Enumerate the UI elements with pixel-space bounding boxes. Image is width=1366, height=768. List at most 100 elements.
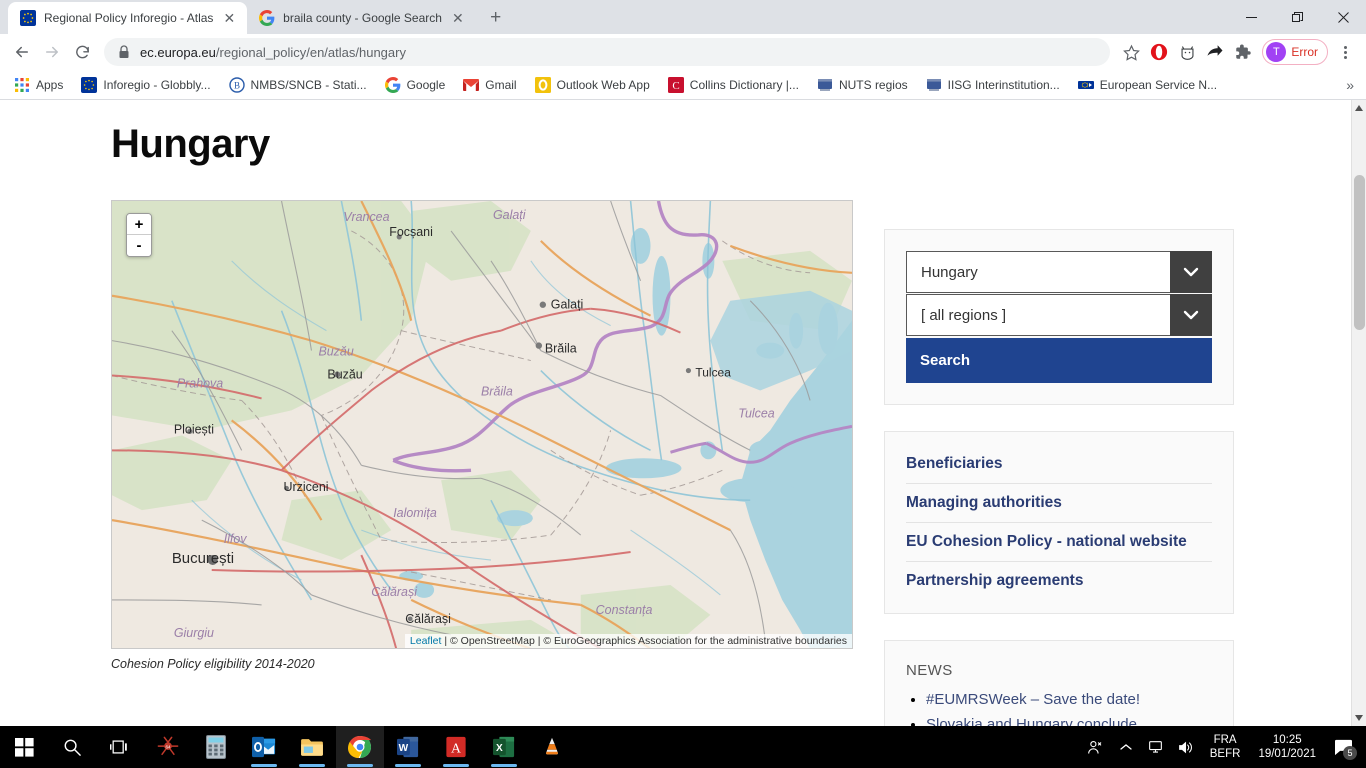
minimize-button[interactable] — [1228, 0, 1274, 34]
leaflet-map[interactable]: Vrancea Focșani Galați Galați Brăila Tul… — [111, 200, 853, 649]
avatar: T — [1266, 42, 1287, 62]
scroll-down-button[interactable] — [1352, 710, 1366, 726]
back-button[interactable] — [8, 38, 36, 66]
tab-google-search[interactable]: braila county - Google Search ✕ — [247, 2, 476, 34]
bookmark-label: European Service N... — [1099, 77, 1218, 92]
profile-status-label: Error — [1291, 45, 1318, 59]
news-link[interactable]: Slovakia and Hungary conclude environmen… — [926, 716, 1147, 727]
cat-extension-icon[interactable] — [1174, 39, 1200, 65]
profile-chip[interactable]: T Error — [1262, 39, 1328, 65]
search-button[interactable]: Search — [906, 338, 1212, 383]
opera-extension-icon[interactable] — [1146, 39, 1172, 65]
folder-icon — [301, 739, 323, 756]
svg-text:C: C — [672, 80, 679, 92]
bookmark-google[interactable]: Google — [377, 74, 454, 96]
map-section: Vrancea Focșani Galați Galați Brăila Tul… — [111, 200, 853, 671]
leaflet-link[interactable]: Leaflet — [410, 635, 442, 647]
outlook-icon — [534, 76, 551, 93]
bookmark-label: Inforegio - Globbly... — [103, 77, 211, 92]
taskbar-apps: 64 W A X — [0, 726, 576, 768]
link-eu-cohesion-policy-national-website[interactable]: EU Cohesion Policy - national website — [906, 523, 1212, 562]
bookmark-gmail[interactable]: Gmail — [455, 74, 524, 96]
maximize-restore-button[interactable] — [1274, 0, 1320, 34]
address-bar[interactable]: ec.europa.eu/regional_policy/en/atlas/hu… — [104, 38, 1111, 66]
page-content: Hungary Vrancea Focșani Galați Galați Br… — [0, 100, 1351, 726]
forward-button[interactable] — [38, 38, 66, 66]
language-line-2: BEFR — [1209, 748, 1241, 760]
bookmark-label: IISG Interinstitution... — [947, 77, 1060, 92]
people-icon[interactable] — [1082, 726, 1110, 768]
bookmark-apps[interactable]: Apps — [6, 74, 71, 96]
system-tray: FRA BEFR 10:25 19/01/2021 5 — [1082, 726, 1366, 768]
scrollbar-thumb[interactable] — [1354, 175, 1365, 330]
link-beneficiaries[interactable]: Beneficiaries — [906, 453, 1212, 484]
taskbar-app-word[interactable]: W — [384, 726, 432, 768]
taskbar-app-vlc[interactable] — [528, 726, 576, 768]
tab-close-icon[interactable]: ✕ — [221, 11, 237, 25]
windows-taskbar: 64 W A X FRA BEFR 10:25 19/01/2021 5 — [0, 726, 1366, 768]
search-button[interactable] — [48, 726, 96, 768]
monitor-network-icon[interactable] — [1142, 726, 1170, 768]
reload-button[interactable] — [68, 38, 96, 66]
tab-close-icon[interactable]: ✕ — [450, 11, 466, 25]
map-zoom-out-button[interactable]: - — [127, 235, 151, 256]
news-link[interactable]: #EUMRSWeek – Save the date! — [926, 691, 1140, 708]
map-caption: Cohesion Policy eligibility 2014-2020 — [111, 657, 315, 671]
map-zoom-controls: + - — [126, 213, 152, 257]
bookmark-star-icon[interactable] — [1118, 39, 1144, 65]
sidebar: Hungary [ all regions ] Search Beneficia… — [884, 229, 1234, 726]
bookmarks-overflow-button[interactable]: » — [1340, 77, 1360, 93]
list-item: #EUMRSWeek – Save the date! — [926, 689, 1212, 712]
bookmark-inforegio[interactable]: Inforegio - Globbly... — [73, 74, 218, 96]
start-button[interactable] — [0, 726, 48, 768]
link-partnership-agreements[interactable]: Partnership agreements — [906, 562, 1212, 592]
taskbar-app-chrome[interactable] — [336, 726, 384, 768]
tab-regional-policy[interactable]: Regional Policy Inforegio - Atlas ✕ — [8, 2, 248, 34]
notification-center-button[interactable]: 5 — [1326, 726, 1360, 768]
bookmark-nuts-regios[interactable]: NUTS regios — [809, 74, 916, 96]
task-view-button[interactable] — [96, 726, 144, 768]
chevron-down-icon[interactable] — [1170, 294, 1212, 336]
taskbar-app-acrobat[interactable]: A — [432, 726, 480, 768]
taskbar-app-mail-red[interactable]: 64 — [144, 726, 192, 768]
sncb-icon: B — [228, 76, 245, 93]
page-scrollbar[interactable] — [1351, 100, 1366, 726]
region-select[interactable]: [ all regions ] — [906, 294, 1212, 336]
tab-strip: Regional Policy Inforegio - Atlas ✕ brai… — [0, 0, 1366, 34]
bookmark-outlook-web-app[interactable]: Outlook Web App — [527, 74, 658, 96]
taskbar-app-outlook[interactable] — [240, 726, 288, 768]
clock[interactable]: 10:25 19/01/2021 — [1250, 733, 1324, 762]
country-select[interactable]: Hungary — [906, 251, 1212, 293]
country-select-value[interactable]: Hungary — [906, 251, 1170, 293]
bookmark-collins-dictionary[interactable]: C Collins Dictionary |... — [660, 74, 807, 96]
chrome-icon — [348, 736, 371, 758]
bookmark-iisg-interinstitutional[interactable]: IISG Interinstitution... — [918, 74, 1068, 96]
google-icon — [384, 76, 400, 93]
window-icon — [817, 78, 832, 91]
chrome-menu-button[interactable] — [1332, 39, 1358, 65]
browser-toolbar: ec.europa.eu/regional_policy/en/atlas/hu… — [0, 34, 1366, 70]
new-tab-button[interactable]: + — [482, 4, 510, 32]
clock-date: 19/01/2021 — [1258, 748, 1316, 760]
clock-time: 10:25 — [1272, 733, 1302, 746]
language-indicator[interactable]: FRA BEFR — [1202, 733, 1249, 762]
chevron-down-icon[interactable] — [1170, 251, 1212, 293]
chevron-up-icon[interactable] — [1112, 726, 1140, 768]
taskbar-app-calculator[interactable] — [192, 726, 240, 768]
scroll-up-button[interactable] — [1352, 100, 1366, 116]
taskbar-app-excel[interactable]: X — [480, 726, 528, 768]
region-select-value[interactable]: [ all regions ] — [906, 294, 1170, 336]
speaker-icon[interactable] — [1172, 726, 1200, 768]
close-window-button[interactable] — [1320, 0, 1366, 34]
page-viewport: Hungary Vrancea Focșani Galați Galați Br… — [0, 100, 1366, 726]
tab-title: Regional Policy Inforegio - Atlas — [44, 11, 214, 25]
bookmark-nmbs-sncb[interactable]: B NMBS/SNCB - Stati... — [221, 74, 375, 96]
puzzle-extensions-icon[interactable] — [1230, 39, 1256, 65]
map-zoom-in-button[interactable]: + — [127, 214, 151, 235]
taskbar-app-file-explorer[interactable] — [288, 726, 336, 768]
svg-text:W: W — [399, 743, 409, 754]
bookmark-european-service-network[interactable]: European Service N... — [1070, 74, 1225, 96]
share-arrow-icon[interactable] — [1202, 39, 1228, 65]
news-heading: NEWS — [906, 662, 953, 679]
link-managing-authorities[interactable]: Managing authorities — [906, 484, 1212, 523]
